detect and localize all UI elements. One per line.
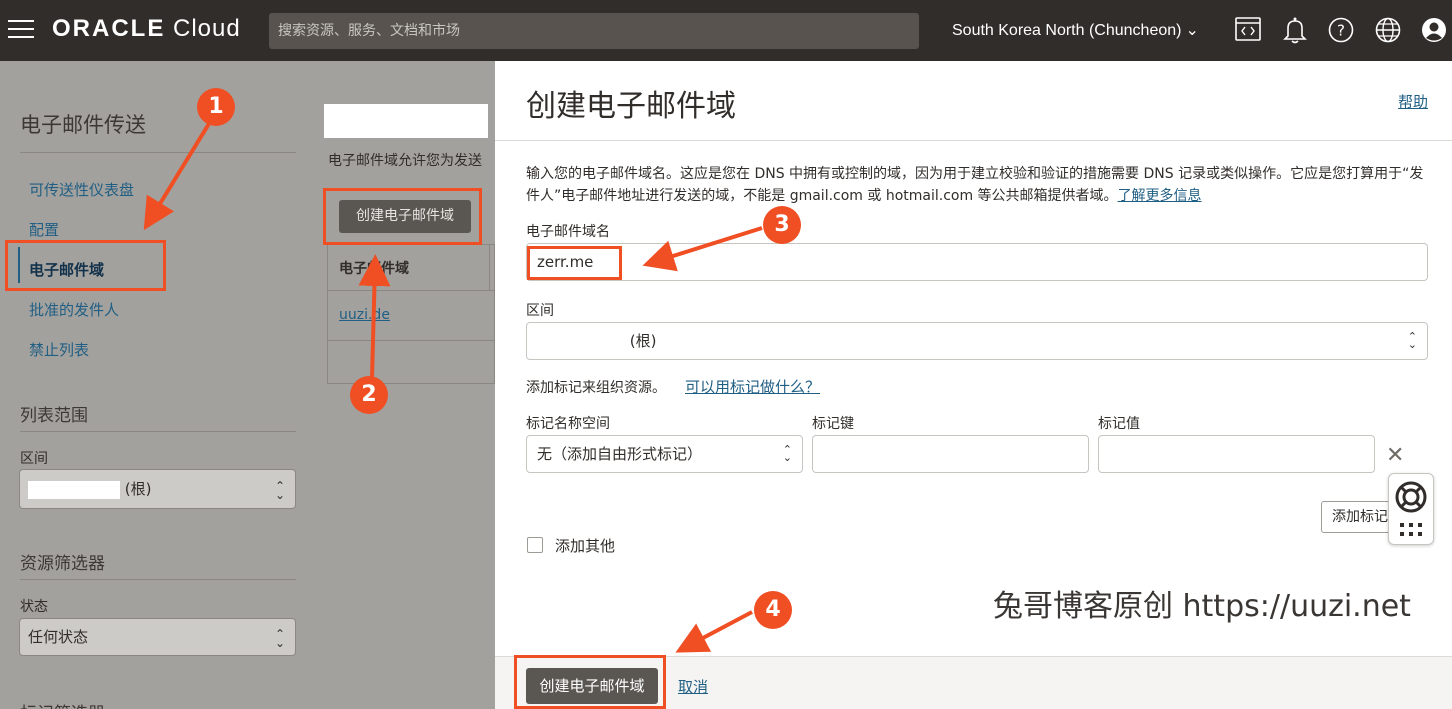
oracle-cloud-logo[interactable]: ORACLE Cloud — [52, 15, 241, 43]
row-divider — [327, 340, 495, 341]
divider — [20, 152, 296, 153]
help-link[interactable]: 帮助 — [1398, 91, 1428, 112]
updown-icon: ⌃ ⌄ — [274, 479, 285, 502]
compartment-label: 区间 — [526, 303, 554, 319]
state-select[interactable]: 任何状态 ⌃ ⌄ — [19, 618, 296, 656]
tag-namespace-label: 标记名称空间 — [526, 416, 610, 432]
compartment-select[interactable]: (根) ⌃ ⌄ — [19, 469, 296, 509]
compartment-label: 区间 — [20, 451, 48, 467]
tag-namespace-select[interactable]: 无（添加自由形式标记） ⌃ ⌄ — [526, 435, 803, 473]
highlight-box-2 — [323, 188, 482, 245]
tag-filters-title: 标记筛选器 — [20, 699, 105, 709]
row-divider — [327, 290, 495, 291]
top-bar: ORACLE Cloud 搜索资源、服务、文档和市场 South Korea N… — [0, 0, 1452, 61]
chevron-down-icon: ⌄ — [1185, 22, 1199, 39]
compartment-value: (根) — [629, 332, 657, 350]
add-other-checkbox[interactable] — [527, 537, 543, 553]
left-navigation: 电子邮件传送 可传送性仪表盘 配置 电子邮件域 批准的发件人 禁止列表 列表范围… — [0, 61, 316, 709]
tag-value-field[interactable] — [1098, 435, 1375, 473]
help-icon[interactable]: ? — [1327, 15, 1355, 45]
step-number-1: 1 — [197, 88, 235, 126]
divider — [20, 431, 296, 432]
sidebar-item-deliverability[interactable]: 可传送性仪表盘 — [29, 179, 134, 200]
updown-icon: ⌃ ⌄ — [1407, 330, 1417, 351]
updown-icon: ⌃ ⌄ — [782, 443, 792, 464]
step-number-3: 3 — [763, 206, 801, 244]
user-icon[interactable] — [1420, 15, 1448, 45]
intro-body: 输入您的电子邮件域名。这应是您在 DNS 中拥有或控制的域，因为用于建立校验和验… — [526, 166, 1424, 204]
highlight-box-4 — [514, 655, 666, 709]
svg-text:?: ? — [1337, 22, 1345, 40]
step-number-2: 2 — [350, 376, 388, 414]
create-email-domain-panel: 创建电子邮件域 帮助 输入您的电子邮件域名。这应是您在 DNS 中拥有或控制的域… — [495, 61, 1452, 709]
sidebar-item-suppression-list[interactable]: 禁止列表 — [29, 339, 89, 360]
highlight-box-3 — [527, 246, 622, 280]
updown-icon: ⌃ ⌄ — [274, 627, 285, 650]
domain-name-label: 电子邮件域名 — [526, 224, 610, 240]
list-scope-title: 列表范围 — [20, 406, 88, 426]
tag-namespace-value: 无（添加自由形式标记） — [537, 445, 703, 463]
compartment-select[interactable]: (根) ⌃ ⌄ — [526, 322, 1428, 360]
compartment-value: (根) — [124, 480, 152, 498]
cancel-link[interactable]: 取消 — [678, 676, 708, 697]
tags-help-link[interactable]: 可以用标记做什么？ — [685, 376, 820, 397]
intro-text: 输入您的电子邮件域名。这应是您在 DNS 中拥有或控制的域，因为用于建立校验和验… — [526, 163, 1436, 207]
column-header[interactable]: 电子邮件域 — [339, 258, 409, 278]
tag-value-label: 标记值 — [1098, 416, 1140, 432]
tags-intro: 添加标记来组织资源。 — [526, 380, 666, 396]
tag-key-field[interactable] — [812, 435, 1089, 473]
state-value: 任何状态 — [28, 628, 89, 646]
resource-filters-title: 资源筛选器 — [20, 554, 105, 574]
add-other-label: 添加其他 — [555, 537, 616, 555]
domain-name-field[interactable]: zerr.me — [526, 243, 1428, 281]
sidebar-item-configuration[interactable]: 配置 — [29, 219, 59, 240]
globe-icon[interactable] — [1374, 15, 1402, 45]
cloud-shell-icon[interactable] — [1234, 15, 1262, 45]
panel-title: 创建电子邮件域 — [526, 89, 736, 124]
hamburger-icon[interactable] — [8, 20, 34, 40]
page-description: 电子邮件域允许您为发送 — [328, 153, 482, 169]
redacted-text — [28, 480, 120, 499]
domain-link[interactable]: uuzi.de — [339, 307, 390, 323]
learn-more-link[interactable]: 了解更多信息 — [1118, 188, 1202, 204]
close-icon[interactable]: ✕ — [1386, 443, 1404, 468]
highlight-box-1 — [5, 240, 166, 291]
tag-key-label: 标记键 — [812, 416, 854, 432]
region-selector[interactable]: South Korea North (Chuncheon) ⌄ — [952, 20, 1199, 40]
redacted-block — [324, 104, 488, 138]
nav-title: 电子邮件传送 — [20, 113, 146, 137]
column-separator — [489, 244, 490, 290]
divider — [20, 579, 296, 580]
lifebuoy-icon — [1395, 481, 1427, 536]
watermark: 兔哥博客原创 https://uuzi.net — [993, 589, 1411, 624]
divider — [495, 140, 1452, 141]
step-number-4: 4 — [754, 591, 792, 629]
search-input[interactable]: 搜索资源、服务、文档和市场 — [269, 13, 919, 49]
help-widget[interactable] — [1388, 473, 1434, 545]
state-label: 状态 — [20, 599, 48, 615]
sidebar-item-approved-senders[interactable]: 批准的发件人 — [29, 299, 119, 320]
bell-icon[interactable] — [1281, 15, 1309, 45]
